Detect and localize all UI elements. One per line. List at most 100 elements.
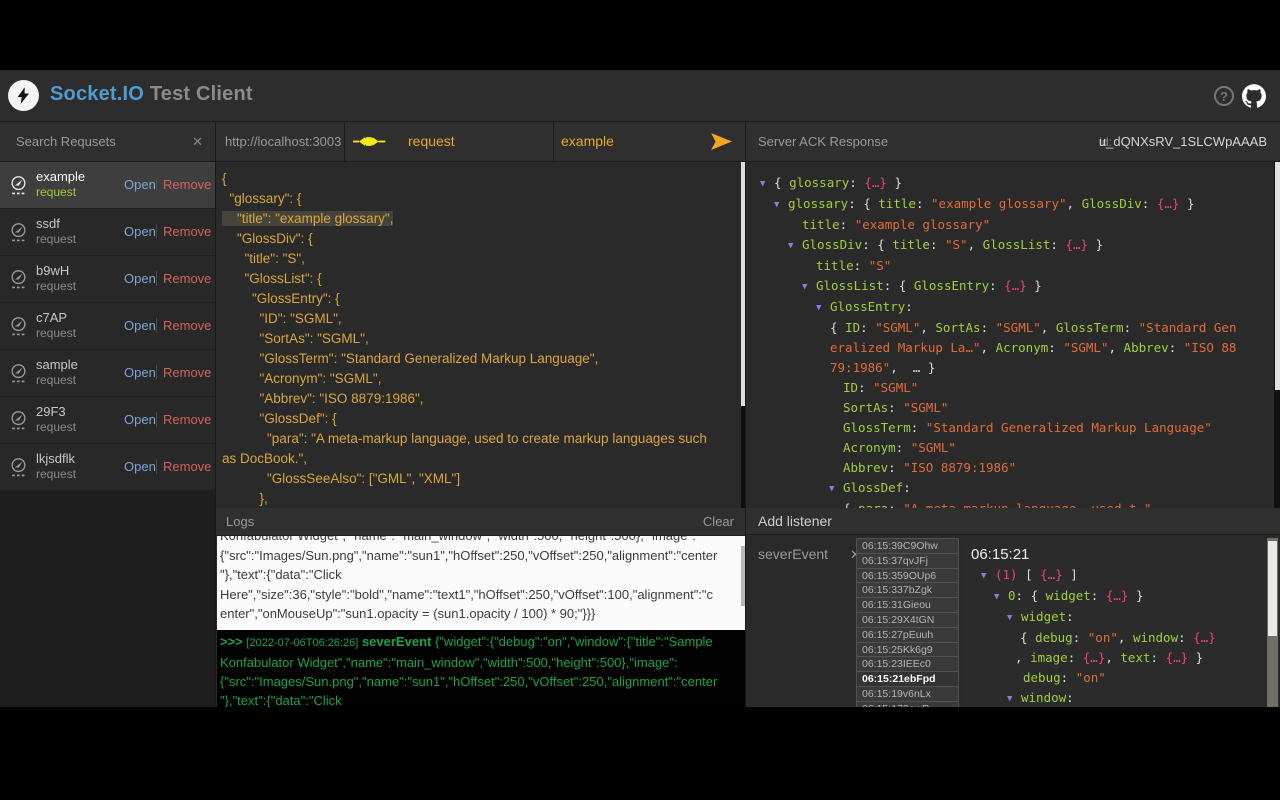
divider [156, 177, 157, 192]
request-name: ssdf [36, 216, 60, 231]
tree-row: ▼0: { widget: {…} } [963, 586, 1266, 607]
timestamp-item[interactable]: 06:15:31Gieou [856, 597, 959, 612]
tree-row: ID: "SGML" [746, 378, 1274, 398]
tree-row: ▼GlossDiv: { title: "S", GlossList: {…} … [746, 235, 1274, 256]
request-name: example [36, 169, 85, 184]
collapse-arrow-icon[interactable]: ▼ [802, 277, 816, 297]
tree-row: ▼widget: [963, 607, 1266, 628]
request-list-item[interactable]: examplerequestOpenRemove [0, 162, 215, 209]
collapse-arrow-icon[interactable]: ▼ [1007, 608, 1021, 628]
open-button[interactable]: Open [124, 318, 156, 333]
tree-row: ▼window: [963, 688, 1266, 707]
tree-row: Acronym: "SGML" [746, 438, 1274, 458]
open-button[interactable]: Open [124, 177, 156, 192]
tree-row: ▼GlossEntry: [746, 297, 1274, 318]
remove-button[interactable]: Remove [163, 365, 211, 380]
collapse-arrow-icon[interactable]: ▼ [994, 587, 1008, 607]
event-detail: 06:15:21 ▼(1) [ {…} ]▼0: { widget: {…} }… [963, 538, 1266, 707]
request-icon [9, 457, 28, 478]
main-content: Search Requsets ✕ example request Open Remo… [0, 122, 1280, 707]
console-log-line: "},"text":{"data":"Click [220, 691, 743, 707]
timestamp-item[interactable]: 06:15:337bZgk [856, 582, 959, 597]
collapse-arrow-icon[interactable]: ▼ [760, 174, 774, 194]
request-name-input[interactable]: example [561, 133, 614, 149]
add-listener-input[interactable]: Add listener [746, 508, 1280, 535]
timestamp-item[interactable]: 06:15:21ebFpd [856, 671, 959, 686]
open-button[interactable]: Open [124, 271, 156, 286]
tree-row: ▼GlossList: { GlossEntry: {…} } [746, 276, 1274, 297]
timestamp-item[interactable]: 06:15:37qvJFj [856, 553, 959, 568]
app-header: Socket.IO Test Client ? [0, 70, 1280, 122]
ack-header: Server ACK Response id: u_dQNXsRV_1SLCWp… [746, 122, 1280, 162]
collapse-arrow-icon[interactable]: ▼ [774, 195, 788, 215]
editor-line: "title": "example glossary", [222, 209, 742, 229]
request-icon [9, 410, 28, 431]
request-list-item[interactable]: ssdfrequestOpenRemove [0, 209, 215, 256]
tree-row: ▼{ glossary: {…} } [746, 173, 1274, 194]
remove-button[interactable]: Remove [163, 271, 211, 286]
request-icon [9, 316, 28, 337]
request-list-item[interactable]: 29F3requestOpenRemove [0, 397, 215, 444]
timestamp-item[interactable]: 06:15:25Kk6g9 [856, 642, 959, 657]
help-icon[interactable]: ? [1214, 86, 1234, 106]
connected-plug-icon [353, 134, 386, 149]
log-line: enter","onMouseUp":"sun1.opacity = (sun1… [220, 604, 743, 624]
editor-line: as DocBook.", [222, 449, 742, 469]
ack-json-tree: ▼{ glossary: {…} }▼glossary: { title: "e… [746, 162, 1274, 508]
event-name-input[interactable]: request [408, 133, 455, 149]
editor-line: "GlossDef": { [222, 409, 742, 429]
url-input[interactable]: http://localhost:3003 [225, 134, 341, 149]
request-icon [9, 175, 28, 196]
send-button[interactable] [710, 132, 733, 151]
timestamp-item[interactable]: 06:15:27pEuuh [856, 627, 959, 642]
title-secondary: Test Client [150, 83, 253, 105]
app-window: Socket.IO Test Client ? Search Requsets … [0, 0, 1280, 800]
timestamp-item[interactable]: 06:15:39C9Ohw [856, 538, 959, 553]
request-icon [9, 222, 28, 243]
timestamp-item[interactable]: 06:15:23IEEc0 [856, 656, 959, 671]
collapse-arrow-icon[interactable]: ▼ [816, 298, 830, 318]
editor-line: "SortAs": "SGML", [222, 329, 742, 349]
detail-scrollbar[interactable] [1267, 538, 1278, 707]
request-name: sample [36, 357, 78, 372]
tree-row: SortAs: "SGML" [746, 398, 1274, 418]
remove-button[interactable]: Remove [163, 459, 211, 474]
request-list-item[interactable]: lkjsdflkrequestOpenRemove [0, 444, 215, 491]
request-list-item[interactable]: b9wHrequestOpenRemove [0, 256, 215, 303]
open-button[interactable]: Open [124, 412, 156, 427]
request-list-item[interactable]: c7APrequestOpenRemove [0, 303, 215, 350]
request-name: lkjsdflk [36, 451, 75, 466]
ack-scrollbar[interactable] [1274, 162, 1280, 508]
collapse-arrow-icon[interactable]: ▼ [981, 566, 995, 586]
event-detail-time: 06:15:21 [971, 546, 1266, 563]
collapse-arrow-icon[interactable]: ▼ [829, 479, 843, 499]
remove-button[interactable]: Remove [163, 177, 211, 192]
remove-button[interactable]: Remove [163, 318, 211, 333]
open-button[interactable]: Open [124, 365, 156, 380]
request-list-item[interactable]: samplerequestOpenRemove [0, 350, 215, 397]
timestamp-item[interactable]: 06:15:29X4tGN [856, 612, 959, 627]
remove-button[interactable]: Remove [163, 224, 211, 239]
collapse-arrow-icon[interactable]: ▼ [788, 236, 802, 256]
timestamp-item[interactable]: 06:15:359OUp6 [856, 568, 959, 583]
log-line: {"src":"Images/Sun.png","name":"sun1","h… [220, 546, 743, 566]
collapse-arrow-icon[interactable]: ▼ [1007, 689, 1021, 707]
remove-button[interactable]: Remove [163, 412, 211, 427]
log-body: {"widget":{"debug":"on","window":{"title… [435, 634, 713, 649]
editor-line: "Acronym": "SGML", [222, 369, 742, 389]
open-button[interactable]: Open [124, 224, 156, 239]
json-editor[interactable]: { "glossary": { "title": "example glossa… [216, 162, 742, 508]
socketio-logo-icon [8, 80, 39, 111]
request-name: 29F3 [36, 404, 66, 419]
divider [156, 224, 157, 239]
request-icon [9, 363, 28, 384]
sidebar-header: Search Requsets ✕ [0, 122, 215, 162]
clear-search-icon[interactable]: ✕ [192, 122, 203, 162]
github-icon[interactable] [1242, 84, 1266, 108]
event-json-tree: ▼(1) [ {…} ]▼0: { widget: {…} }▼widget:{… [963, 565, 1266, 707]
divider [156, 412, 157, 427]
tree-row: Abbrev: "ISO 8879:1986" [746, 458, 1274, 478]
timestamp-item[interactable]: 06:15:19v6nLx [856, 686, 959, 701]
clear-logs-button[interactable]: Clear [703, 508, 734, 536]
open-button[interactable]: Open [124, 459, 156, 474]
